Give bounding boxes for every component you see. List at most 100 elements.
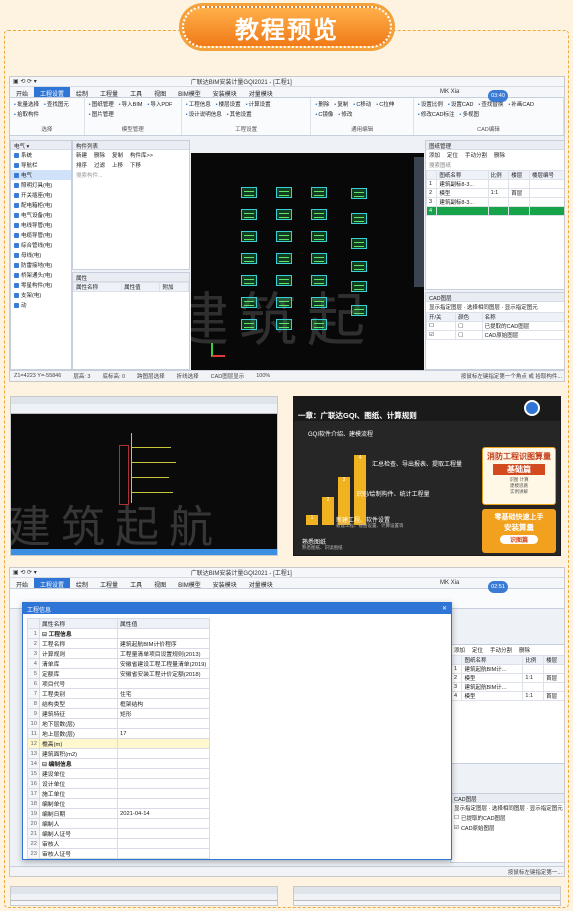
component-search[interactable]: 搜索构件...	[73, 170, 189, 180]
quick-access-icons[interactable]: ▣ ⟲ ⟳ ▾	[13, 78, 37, 85]
drawing-tool-button[interactable]: 手动分割	[465, 151, 487, 159]
property-row[interactable]: 8 结构类型 框架结构	[27, 698, 210, 709]
property-value[interactable]: 2021-04-14	[117, 808, 210, 819]
cad-layer-options-2[interactable]: 显示指定图层 · 选择相同图层 · 显示指定图元	[451, 803, 564, 813]
property-row[interactable]: 17 施工单位	[27, 788, 210, 799]
nav-tree-item[interactable]: 母线(电)	[11, 250, 71, 260]
ribbon-button[interactable]: 其他设置	[227, 110, 252, 118]
property-row[interactable]: 19 编制日期 2021-04-14	[27, 808, 210, 819]
sort-tool-button[interactable]: 上移	[112, 161, 123, 169]
drawing-row[interactable]: 4 模型 1:1 首层	[451, 691, 564, 701]
layer-toggle[interactable]: ☑	[454, 825, 459, 831]
ribbon-tab[interactable]: BIM模型	[172, 578, 207, 589]
sort-tool-button[interactable]: 排序	[76, 161, 87, 169]
ribbon-button[interactable]: 导入PDF	[147, 100, 172, 108]
nav-tree-item[interactable]: 电线导管(电)	[11, 220, 71, 230]
property-value[interactable]	[117, 788, 210, 799]
drawing-tool-button[interactable]: 手动分割	[490, 646, 512, 654]
ribbon-button[interactable]: C移动	[353, 100, 371, 108]
ribbon-button[interactable]: 拾取构件	[14, 110, 39, 118]
drawing-tool-button[interactable]: 定位	[472, 646, 483, 654]
drawing-row[interactable]: 2 模型 1:1 首层	[451, 673, 564, 683]
property-row[interactable]: 2 工程名称 建筑起航BIM计价程序	[27, 638, 210, 649]
property-value[interactable]	[117, 628, 210, 639]
property-row[interactable]: 12 檐高(m)	[27, 738, 210, 749]
layer-row[interactable]: ☑ CAD原始图层	[451, 823, 564, 833]
ribbon-button[interactable]: 设置CAD	[448, 100, 474, 108]
nav-tree-item[interactable]: 系统	[11, 150, 71, 160]
ribbon-tab[interactable]: 对量模块	[243, 87, 279, 98]
drawing-canvas[interactable]: 建筑起	[191, 153, 424, 370]
property-row[interactable]: 6 项目代号	[27, 678, 210, 689]
ribbon-tab[interactable]: 工程量	[94, 87, 124, 98]
ribbon-button[interactable]: 设置比例	[418, 100, 443, 108]
ribbon-tab[interactable]: 开始	[10, 578, 34, 589]
ribbon-button[interactable]: 查找图元	[44, 100, 69, 108]
ribbon-button[interactable]: 修改	[338, 110, 352, 118]
ribbon-button[interactable]: 复制	[334, 100, 348, 108]
nav-tree-item[interactable]: 配电箱柜(电)	[11, 200, 71, 210]
ribbon-tab[interactable]: 工具	[124, 578, 148, 589]
ribbon-tab[interactable]: 工程设置	[34, 87, 71, 98]
property-value[interactable]: 住宅	[117, 688, 210, 699]
ribbon-tab[interactable]: 对量模块	[243, 578, 279, 589]
property-value[interactable]	[117, 778, 210, 789]
drawing-row[interactable]: 3 建筑起航BIM计...	[451, 682, 564, 692]
layer-toggle[interactable]: ☐	[454, 815, 459, 821]
sort-tool-button[interactable]: 过滤	[94, 161, 105, 169]
property-value[interactable]: 安徽省建设工程工程量清单(2019)	[117, 658, 210, 669]
property-value[interactable]	[117, 738, 210, 749]
drawing-tool-button[interactable]: 删除	[494, 151, 505, 159]
video-progress[interactable]	[11, 549, 277, 555]
drawing-tool-button[interactable]: 添加	[454, 646, 465, 654]
drawing-tool-button[interactable]: 定位	[447, 151, 458, 159]
drawing-row[interactable]: 1 建筑起航BIM计...	[451, 664, 564, 674]
ribbon-button[interactable]: C拉伸	[376, 100, 394, 108]
promo2-button[interactable]: 识图篇	[500, 535, 538, 544]
drawing-search[interactable]: 搜索图纸	[426, 160, 564, 170]
property-row[interactable]: 22 审核人	[27, 838, 210, 849]
user-name-2[interactable]: MK Xia	[440, 580, 459, 586]
property-row[interactable]: 16 设计单位	[27, 778, 210, 789]
ribbon-tab[interactable]: 绘制	[70, 87, 94, 98]
view-toolbar[interactable]	[414, 157, 424, 287]
promo-card-fire[interactable]: 消防工程识图算量 基础篇 识图 计算 建模思路 实例讲解	[482, 447, 556, 505]
property-row[interactable]: 15 建设单位	[27, 768, 210, 779]
cad-layer-options[interactable]: 显示指定图层 · 选择相同图层 · 显示指定图元	[426, 302, 564, 312]
component-tool-button[interactable]: 复制	[112, 151, 123, 159]
nav-tree-item[interactable]: 动	[11, 300, 71, 310]
component-tool-button[interactable]: 构件库>>	[130, 151, 153, 159]
nav-tree-item[interactable]: 电气设备(电)	[11, 210, 71, 220]
ribbon-tab[interactable]: 绘制	[70, 578, 94, 589]
property-row[interactable]: 14 ⊟ 编制信息	[27, 758, 210, 769]
drawing-row[interactable]: 4	[426, 206, 564, 216]
property-value[interactable]	[117, 838, 210, 849]
property-value[interactable]: 工程量清单项目设置规则(2013)	[117, 648, 210, 659]
property-row[interactable]: 7 工程类别 住宅	[27, 688, 210, 699]
nav-tree-item[interactable]: 支架(电)	[11, 290, 71, 300]
property-row[interactable]: 20 编制人	[27, 818, 210, 829]
component-tool-button[interactable]: 新建	[76, 151, 87, 159]
nav-tree-item[interactable]: 防雷接地(电)	[11, 260, 71, 270]
drawing-tool-button[interactable]: 添加	[429, 151, 440, 159]
nav-tree-item[interactable]: 零星构件(电)	[11, 280, 71, 290]
nav-tree-item[interactable]: 电气	[11, 170, 71, 180]
layer-toggle[interactable]: ☐	[426, 321, 457, 331]
property-row[interactable]: 10 地下层数(层)	[27, 718, 210, 729]
ribbon-button[interactable]: 楼层设置	[216, 100, 241, 108]
property-value[interactable]	[117, 748, 210, 759]
ribbon-tab[interactable]: 安装模块	[207, 578, 243, 589]
ribbon-button[interactable]: 图片管理	[89, 110, 114, 118]
property-value[interactable]	[117, 678, 210, 689]
ribbon-tab[interactable]: BIM模型	[172, 87, 207, 98]
drawing-tool-button[interactable]: 删除	[519, 646, 530, 654]
user-name[interactable]: MK Xia	[440, 89, 459, 95]
property-value[interactable]: 安徽省安装工程计价定额(2018)	[117, 668, 210, 679]
property-row[interactable]: 5 定额库 安徽省安装工程计价定额(2018)	[27, 668, 210, 679]
property-row[interactable]: 4 清单库 安徽省建设工程工程量清单(2019)	[27, 658, 210, 669]
property-value[interactable]: 建筑起航BIM计价程序	[117, 638, 210, 649]
property-row[interactable]: 13 建筑面积(m2)	[27, 748, 210, 759]
property-value[interactable]: 矩形	[117, 708, 210, 719]
ribbon-button[interactable]: 导入BIM	[119, 100, 143, 108]
component-tool-button[interactable]: 删除	[94, 151, 105, 159]
